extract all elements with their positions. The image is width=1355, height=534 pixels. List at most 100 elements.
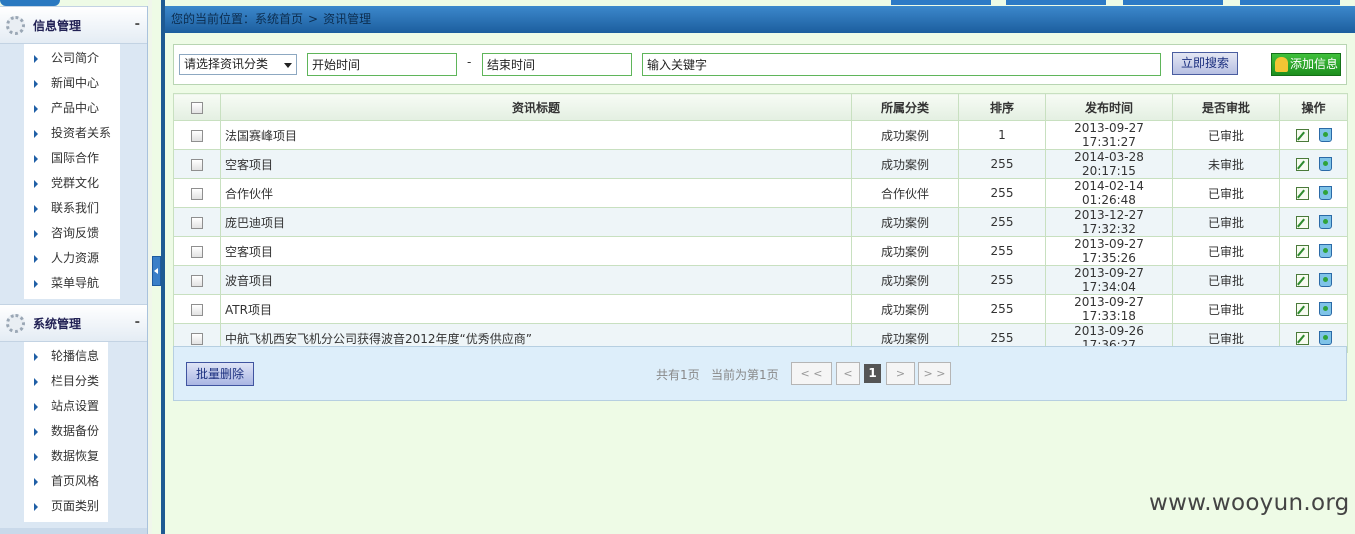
delete-icon[interactable]	[1318, 302, 1332, 316]
sidebar: 信息管理 - 公司简介新闻中心产品中心 投资者关系 国际合作 党群文化 联系我们 咨询反馈…	[0, 6, 148, 534]
actions-cell	[1279, 236, 1348, 266]
title-cell[interactable]: 合作伙伴	[220, 178, 852, 208]
title-cell[interactable]: 波音项目	[220, 265, 852, 295]
category-select[interactable]: 请选择资讯分类	[179, 54, 297, 75]
edit-icon[interactable]	[1295, 215, 1309, 229]
sidebar-item[interactable]: 新闻中心	[24, 71, 120, 96]
time-cell: 2013-09-27 17:35:26	[1045, 236, 1173, 266]
current-page-text: 当前为第1页	[711, 368, 779, 382]
breadcrumb-current: 资讯管理	[323, 12, 372, 26]
row-checkbox[interactable]	[191, 187, 203, 200]
row-checkbox[interactable]	[191, 129, 203, 142]
sidebar-item[interactable]: 轮播信息	[24, 344, 108, 369]
arrow-right-icon	[34, 105, 38, 113]
main-edge	[161, 0, 165, 534]
column-header-category[interactable]: 所属分类	[851, 93, 959, 121]
title-cell[interactable]: 庞巴迪项目	[220, 207, 852, 237]
add-info-button[interactable]: 添加信息	[1271, 53, 1341, 76]
title-cell[interactable]: ATR项目	[220, 294, 852, 324]
sidebar-item[interactable]: 栏目分类	[24, 369, 108, 394]
delete-icon[interactable]	[1318, 128, 1332, 142]
delete-icon[interactable]	[1318, 331, 1332, 345]
table-row: 合作伙伴 合作伙伴 255 2014-02-14 01:26:48 已审批	[173, 178, 1348, 208]
title-cell[interactable]: 法国赛峰项目	[220, 120, 852, 150]
approved-cell: 已审批	[1172, 120, 1280, 150]
sidebar-toggle-button[interactable]	[152, 256, 161, 286]
last-page-button[interactable]: > >	[918, 362, 951, 385]
category-cell: 成功案例	[851, 149, 959, 179]
edit-icon[interactable]	[1295, 244, 1309, 258]
collapse-icon[interactable]: -	[135, 17, 140, 32]
next-page-button[interactable]: >	[886, 362, 915, 385]
sidebar-item[interactable]: 首页风格	[24, 469, 108, 494]
arrow-right-icon	[34, 428, 38, 436]
edit-icon[interactable]	[1295, 186, 1309, 200]
order-cell: 1	[958, 120, 1046, 150]
sidebar-group-system-header[interactable]: 系统管理 -	[0, 304, 147, 342]
sidebar-item[interactable]: 菜单导航	[24, 271, 120, 296]
top-nav-tab-3[interactable]	[1123, 0, 1223, 5]
sidebar-item[interactable]: 国际合作	[24, 146, 120, 171]
top-nav-tab-2[interactable]	[1006, 0, 1106, 5]
sidebar-item-label: 数据恢复	[51, 449, 100, 463]
start-time-input[interactable]	[307, 53, 457, 76]
row-checkbox[interactable]	[191, 158, 203, 171]
order-cell: 255	[958, 149, 1046, 179]
sidebar-item[interactable]: 数据备份	[24, 419, 108, 444]
delete-icon[interactable]	[1318, 244, 1332, 258]
batch-delete-button[interactable]: 批量删除	[186, 362, 254, 386]
sidebar-item[interactable]: 党群文化	[24, 171, 120, 196]
sidebar-item[interactable]: 人力资源	[24, 246, 120, 271]
order-cell: 255	[958, 294, 1046, 324]
row-checkbox[interactable]	[191, 303, 203, 316]
title-cell[interactable]: 空客项目	[220, 236, 852, 266]
sidebar-item-label: 菜单导航	[51, 276, 100, 290]
edit-icon[interactable]	[1295, 331, 1309, 345]
sidebar-item[interactable]: 数据恢复	[24, 444, 108, 469]
delete-icon[interactable]	[1318, 215, 1332, 229]
delete-icon[interactable]	[1318, 273, 1332, 287]
arrow-right-icon	[34, 280, 38, 288]
row-checkbox[interactable]	[191, 216, 203, 229]
title-cell[interactable]: 空客项目	[220, 149, 852, 179]
top-nav-tab-1[interactable]	[891, 0, 991, 5]
table-row: 空客项目 成功案例 255 2013-09-27 17:35:26 已审批	[173, 236, 1348, 266]
sidebar-item[interactable]: 咨询反馈	[24, 221, 120, 246]
sidebar-item[interactable]: 公司简介	[24, 46, 120, 71]
edit-icon[interactable]	[1295, 273, 1309, 287]
edit-icon[interactable]	[1295, 128, 1309, 142]
end-time-input[interactable]	[482, 53, 632, 76]
prev-page-button[interactable]: <	[836, 362, 860, 385]
delete-icon[interactable]	[1318, 186, 1332, 200]
select-all-checkbox[interactable]	[191, 101, 203, 114]
sidebar-item[interactable]: 站点设置	[24, 394, 108, 419]
column-header-approved[interactable]: 是否审批	[1172, 93, 1280, 121]
sidebar-item[interactable]: 产品中心	[24, 96, 120, 121]
sidebar-item[interactable]: 投资者关系	[24, 121, 120, 146]
time-cell: 2013-09-27 17:33:18	[1045, 294, 1173, 324]
delete-icon[interactable]	[1318, 157, 1332, 171]
search-button[interactable]: 立即搜索	[1172, 52, 1238, 75]
sidebar-item-label: 新闻中心	[51, 76, 100, 90]
edit-icon[interactable]	[1295, 302, 1309, 316]
keyword-input[interactable]	[642, 53, 1161, 76]
column-header-time[interactable]: 发布时间	[1045, 93, 1173, 121]
breadcrumb-home-link[interactable]: 系统首页	[255, 12, 303, 26]
column-header-title[interactable]: 资讯标题	[220, 93, 852, 121]
search-bar: 请选择资讯分类 - 立即搜索 添加信息	[173, 44, 1347, 85]
top-nav-tab-4[interactable]	[1240, 0, 1340, 5]
actions-cell	[1279, 120, 1348, 150]
arrow-right-icon	[34, 180, 38, 188]
sidebar-item[interactable]: 页面类别	[24, 494, 108, 519]
row-checkbox[interactable]	[191, 274, 203, 287]
table-footer: 批量删除 共有1页 当前为第1页 < < < 1 > > >	[173, 346, 1347, 401]
sidebar-item[interactable]: 联系我们	[24, 196, 120, 221]
add-user-icon	[1275, 57, 1288, 72]
collapse-icon[interactable]: -	[135, 315, 140, 330]
first-page-button[interactable]: < <	[791, 362, 832, 385]
edit-icon[interactable]	[1295, 157, 1309, 171]
row-checkbox[interactable]	[191, 332, 203, 345]
sidebar-group-info-header[interactable]: 信息管理 -	[0, 6, 147, 44]
row-checkbox[interactable]	[191, 245, 203, 258]
column-header-order[interactable]: 排序	[958, 93, 1046, 121]
